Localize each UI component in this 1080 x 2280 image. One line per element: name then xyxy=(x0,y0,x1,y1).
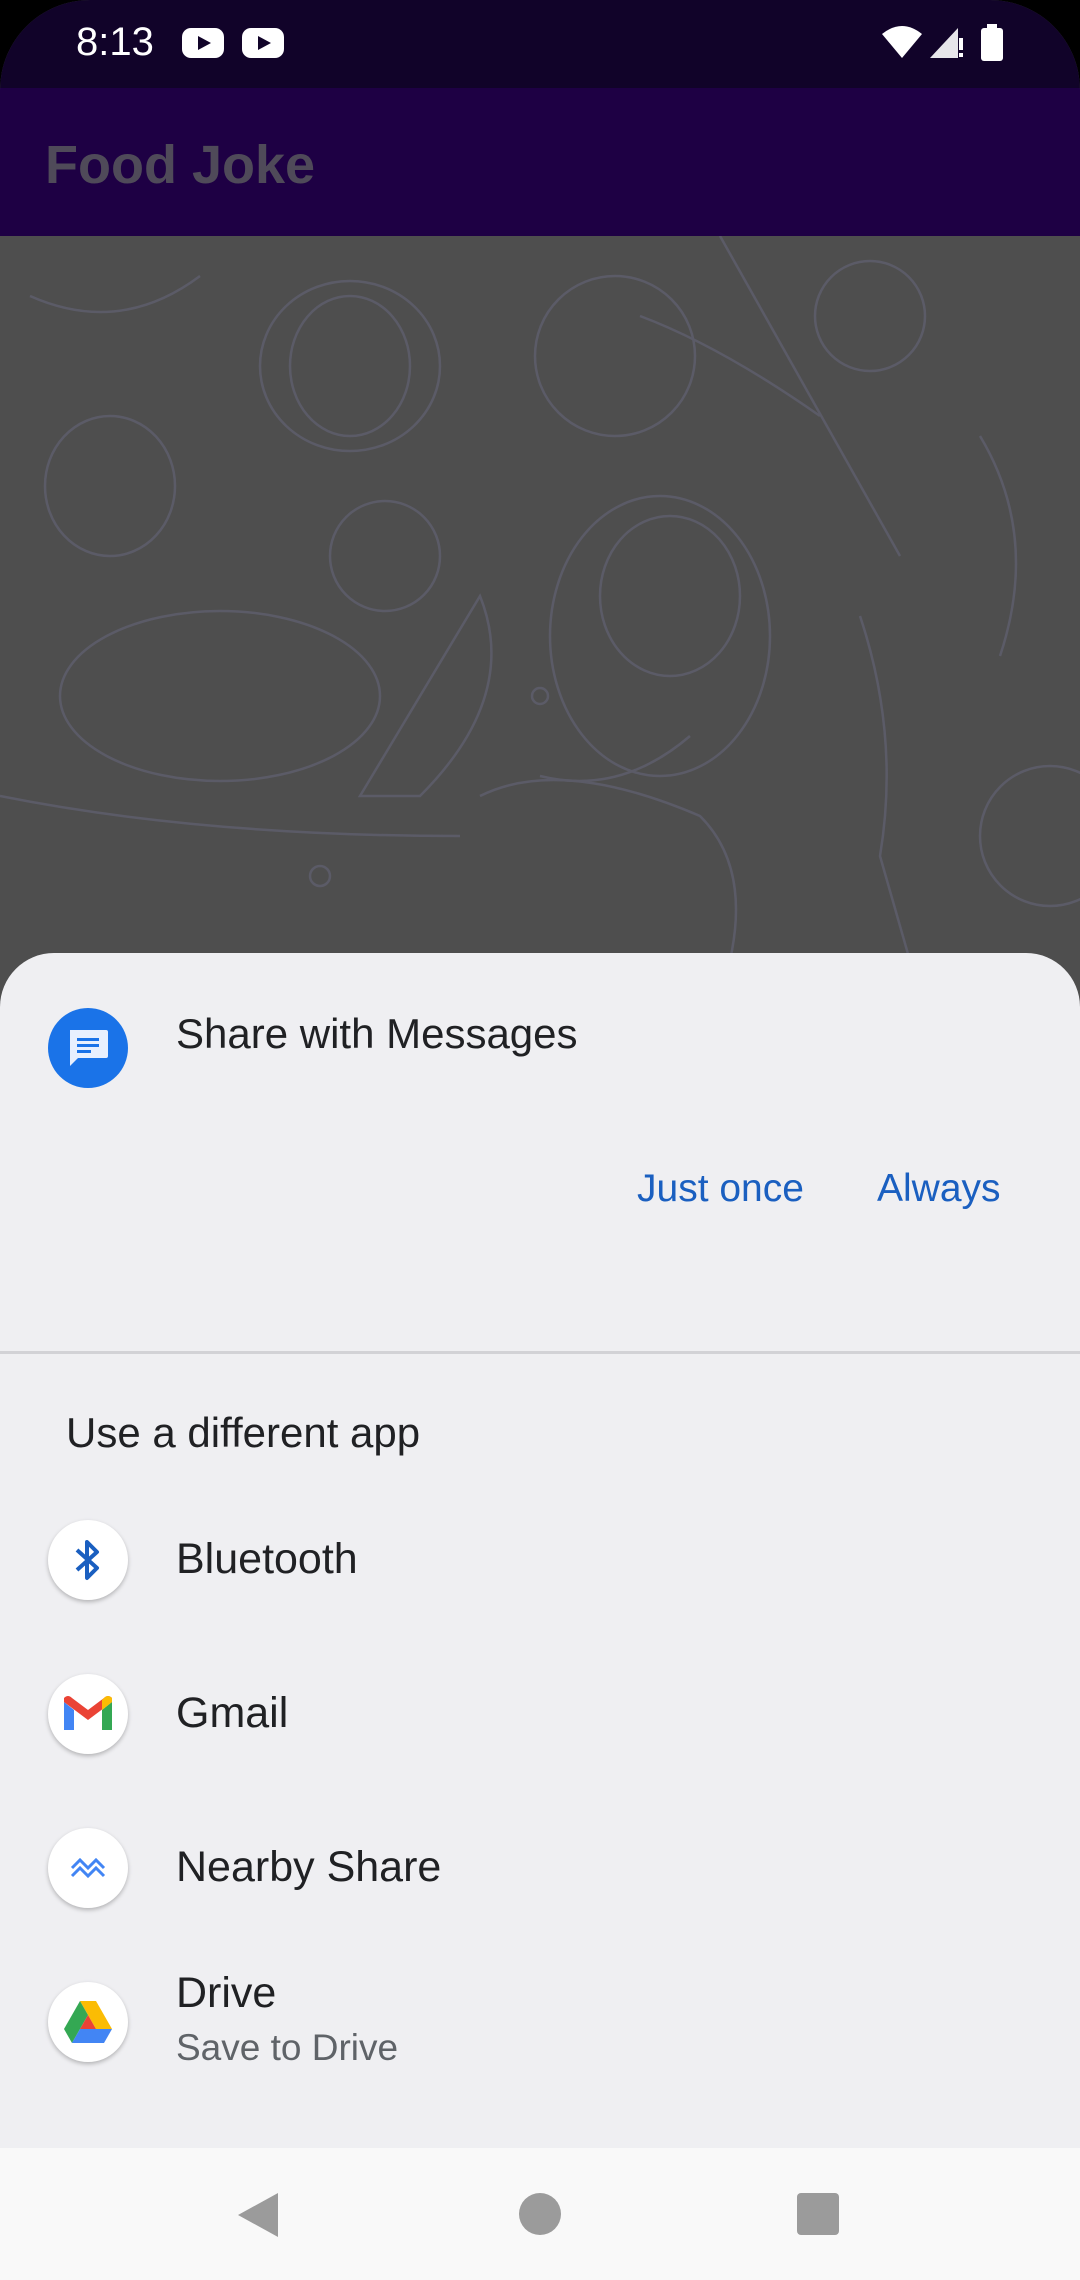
gmail-icon xyxy=(48,1674,128,1754)
app-item-bluetooth[interactable]: Bluetooth xyxy=(0,1489,1080,1629)
youtube-icon xyxy=(182,28,224,58)
just-once-button[interactable]: Just once xyxy=(637,1167,804,1211)
app-title: Food Joke xyxy=(45,135,316,195)
home-icon[interactable] xyxy=(519,2193,561,2235)
status-bar: 8:13 xyxy=(0,0,1080,88)
use-different-app-label: Use a different app xyxy=(66,1409,421,1456)
messages-icon xyxy=(48,1008,128,1088)
always-button[interactable]: Always xyxy=(877,1167,1001,1211)
youtube-icon xyxy=(242,28,284,58)
background-food-pattern xyxy=(0,236,1080,996)
drive-icon xyxy=(48,1982,128,2062)
app-item-drive[interactable]: Drive Save to Drive xyxy=(0,1951,1080,2091)
app-subtitle: Save to Drive xyxy=(176,2027,399,2068)
app-name: Drive xyxy=(176,1969,277,2017)
signal-icon xyxy=(930,28,963,58)
recent-apps-icon[interactable] xyxy=(797,2193,839,2235)
status-time: 8:13 xyxy=(76,20,154,64)
nearby-share-icon xyxy=(48,1828,128,1908)
wifi-icon xyxy=(882,26,922,58)
battery-icon xyxy=(981,24,1003,61)
share-sheet: Share with Messages Just once Always Use… xyxy=(0,953,1080,2148)
app-bar: Food Joke xyxy=(0,88,1080,236)
food-doodle-pattern xyxy=(0,236,1080,996)
app-item-gmail[interactable]: Gmail xyxy=(0,1643,1080,1783)
app-name: Nearby Share xyxy=(176,1843,442,1891)
divider xyxy=(0,1351,1080,1354)
app-name: Gmail xyxy=(176,1689,289,1737)
app-item-nearby-share[interactable]: Nearby Share xyxy=(0,1797,1080,1937)
phone-screen: 8:13 Food Joke Share with Messages Just … xyxy=(0,0,1080,2280)
navigation-bar xyxy=(0,2148,1080,2280)
bluetooth-icon xyxy=(48,1520,128,1600)
back-icon[interactable] xyxy=(238,2193,278,2237)
app-name: Bluetooth xyxy=(176,1535,358,1583)
share-sheet-title: Share with Messages xyxy=(176,1010,578,1057)
